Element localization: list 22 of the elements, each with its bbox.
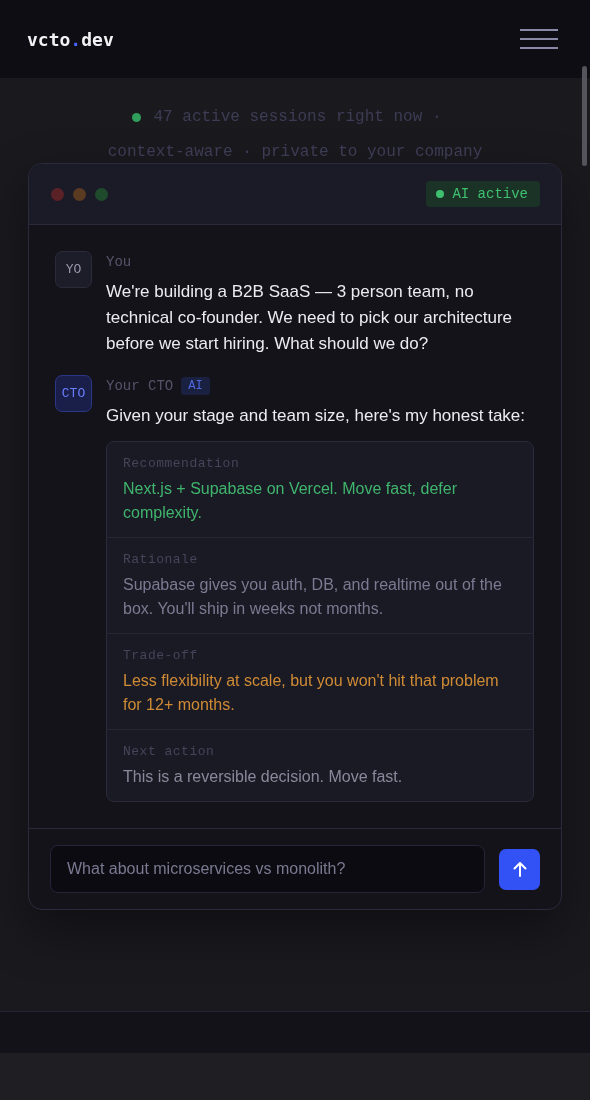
close-dot-icon[interactable]: [51, 187, 64, 201]
status-badge: AI active: [426, 181, 540, 207]
tagline: context-aware · private to your company: [106, 143, 484, 161]
section-text: Next.js + Supabase on Vercel. Move fast, defer complexity.: [123, 479, 458, 523]
author-name: Your CTO: [106, 378, 174, 394]
section-text: Supabase gives you auth, DB, and realtime out of the box. You'll ship in weeks not months.: [123, 575, 503, 619]
section-text: This is a reversible decision. Move fast.: [123, 767, 404, 787]
send-button[interactable]: [499, 848, 540, 890]
minimize-dot-icon[interactable]: [73, 187, 86, 201]
scrollbar[interactable]: [582, 66, 587, 166]
message-text: We're building a B2B SaaS — 3 person team, no technical co-founder. We need to pick our architecture before we start hiring. What should we do?: [106, 281, 514, 355]
menu-icon[interactable]: [520, 27, 558, 51]
message-input[interactable]: What about microservices vs monolith?: [50, 845, 485, 893]
logo[interactable]: vcto.dev: [27, 28, 114, 50]
ai-tag: AI: [181, 377, 210, 395]
arrow-up-icon: [512, 861, 527, 877]
message-text: Given your stage and team size, here's my honest take:: [106, 405, 526, 427]
zoom-dot-icon[interactable]: [95, 187, 108, 201]
avatar: YO: [55, 251, 92, 288]
avatar: CTO: [55, 375, 92, 412]
author-name: You: [106, 254, 132, 270]
section-text: Less flexibility at scale, but you won't hit that problem for 12+ months.: [123, 671, 500, 715]
